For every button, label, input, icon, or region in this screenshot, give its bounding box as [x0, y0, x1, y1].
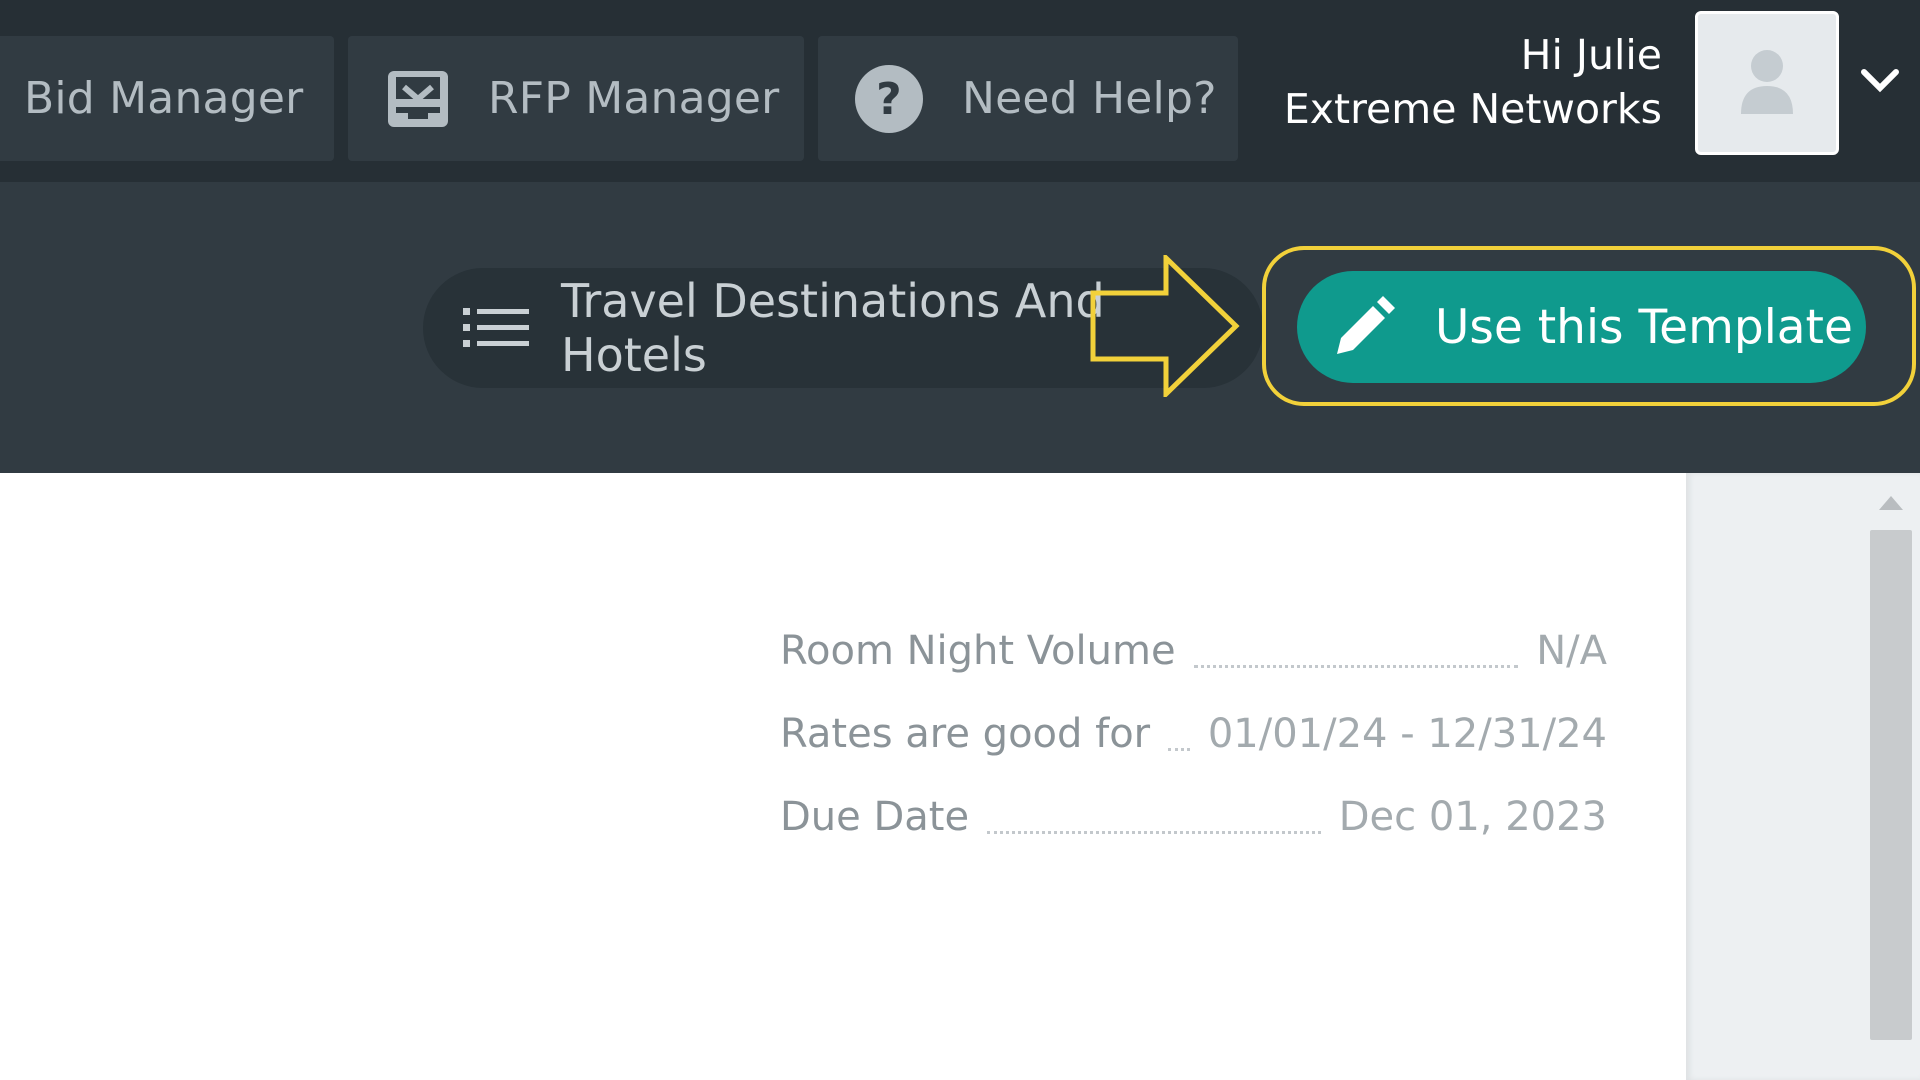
dotted-leader	[987, 830, 1321, 834]
template-details-panel	[0, 473, 1686, 1080]
detail-value: Dec 01, 2023	[1338, 794, 1607, 840]
pencil-icon	[1333, 296, 1395, 358]
greeting-text: Hi Julie	[1520, 31, 1662, 79]
company-name: Extreme Networks	[1283, 85, 1662, 133]
use-template-button[interactable]: Use this Template	[1297, 271, 1866, 383]
need-help-button[interactable]: ? Need Help?	[818, 36, 1238, 161]
detail-label: Room Night Volume	[780, 628, 1176, 674]
rfp-manager-button[interactable]: RFP Manager	[348, 36, 804, 161]
avatar[interactable]	[1695, 11, 1839, 155]
bid-manager-button[interactable]: Bid Manager	[0, 36, 334, 161]
template-name-label: Travel Destinations And Hotels	[561, 274, 1105, 382]
user-silhouette-icon	[1737, 48, 1797, 118]
detail-value: 01/01/24 - 12/31/24	[1207, 711, 1607, 757]
bid-manager-label: Bid Manager	[24, 73, 304, 124]
inbox-tray-icon	[386, 69, 450, 129]
chevron-down-icon[interactable]	[1858, 64, 1902, 98]
rfp-manager-label: RFP Manager	[488, 73, 780, 124]
detail-label: Rates are good for	[780, 711, 1151, 757]
detail-row-due-date: Due Date Dec 01, 2023	[780, 780, 1607, 840]
question-circle-icon: ?	[854, 64, 924, 134]
svg-text:?: ?	[876, 74, 902, 125]
list-icon	[463, 306, 529, 350]
detail-row-rates-valid: Rates are good for 01/01/24 - 12/31/24	[780, 697, 1607, 757]
dotted-leader	[1193, 664, 1519, 668]
user-greeting: Hi Julie Extreme Networks	[1284, 28, 1662, 136]
scroll-up-arrow-icon[interactable]	[1879, 494, 1903, 510]
detail-row-room-night-volume: Room Night Volume N/A	[780, 614, 1607, 674]
detail-label: Due Date	[780, 794, 970, 840]
scrollbar-thumb[interactable]	[1870, 530, 1912, 1040]
need-help-label: Need Help?	[962, 73, 1217, 124]
dotted-leader	[1168, 747, 1190, 751]
template-name-pill[interactable]: Travel Destinations And Hotels	[423, 268, 1263, 388]
top-navigation-bar: Bid Manager RFP Manager ? Need Help? Hi …	[0, 0, 1920, 182]
detail-value: N/A	[1536, 628, 1607, 674]
use-template-label: Use this Template	[1435, 299, 1853, 355]
